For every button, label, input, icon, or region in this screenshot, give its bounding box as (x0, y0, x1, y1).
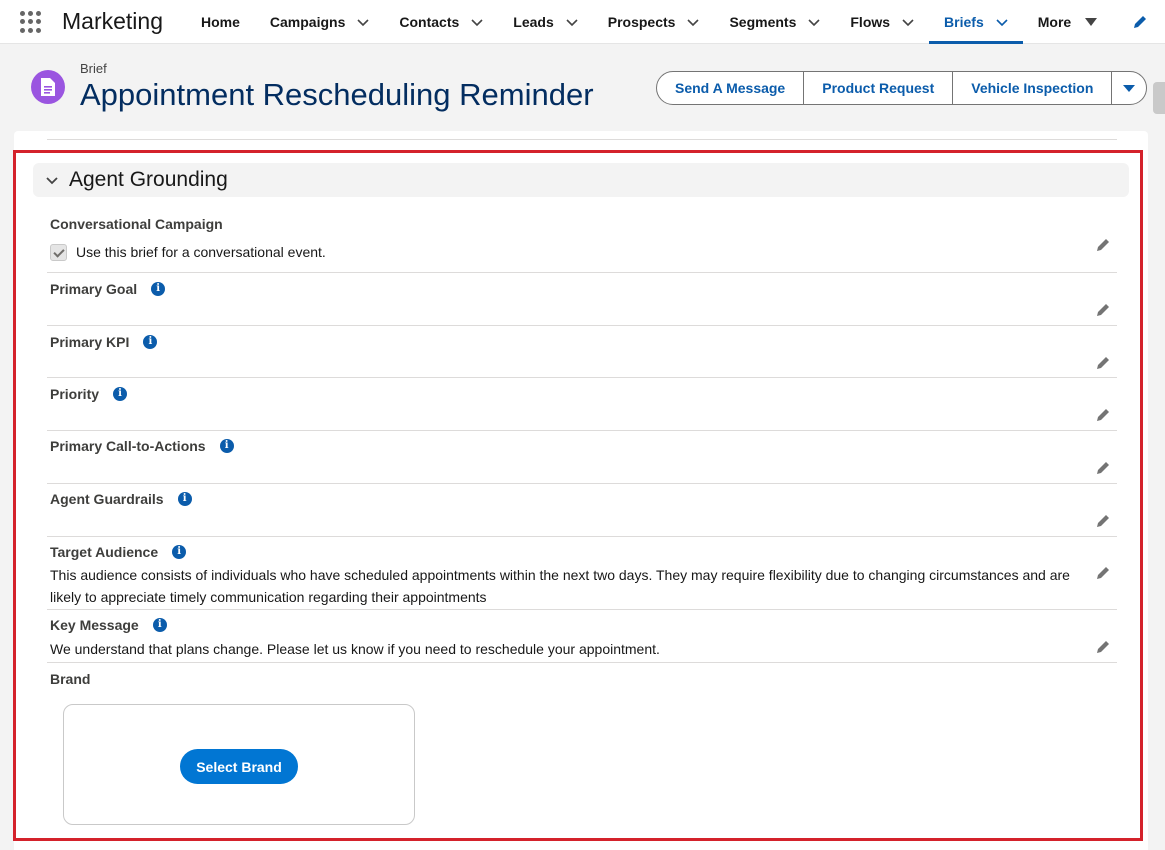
nav-item-segments[interactable]: Segments (714, 0, 835, 44)
pencil-icon[interactable] (1096, 302, 1111, 317)
field-label: Primary Call-to-Actions i (50, 438, 234, 454)
document-icon (31, 70, 65, 104)
info-icon[interactable]: i (143, 335, 158, 349)
field-conversational-campaign: Conversational Campaign Use this brief f… (47, 205, 1117, 273)
field-primary-goal: Primary Goal i (47, 273, 1117, 326)
nav-item-label: Segments (729, 14, 797, 30)
nav-item-label: Home (201, 14, 240, 30)
nav-item-leads[interactable]: Leads (498, 0, 592, 44)
pencil-icon[interactable] (1096, 513, 1111, 528)
page-title: Appointment Rescheduling Reminder (80, 77, 594, 112)
nav-item-campaigns[interactable]: Campaigns (255, 0, 384, 44)
record-object-label: Brief (80, 61, 107, 76)
field-label: Key Message i (50, 617, 167, 633)
pencil-icon[interactable] (1096, 237, 1111, 252)
field-priority: Priority i (47, 378, 1117, 431)
nav-item-label: Flows (850, 14, 891, 30)
select-brand-button[interactable]: Select Brand (180, 749, 298, 784)
chevron-down-icon (46, 177, 58, 185)
field-primary-cta: Primary Call-to-Actions i (47, 431, 1117, 484)
field-label: Primary Goal i (50, 281, 166, 297)
chevron-down-icon[interactable] (902, 16, 914, 28)
field-label-text: Primary KPI (50, 334, 130, 350)
field-primary-kpi: Primary KPI i (47, 326, 1117, 378)
info-icon[interactable]: i (219, 439, 234, 453)
field-label-text: Primary Call-to-Actions (50, 438, 206, 454)
top-nav: Marketing Home Campaigns Contacts Leads … (0, 0, 1165, 44)
field-label: Priority i (50, 386, 128, 402)
field-value: Use this brief for a conversational even… (50, 241, 326, 263)
nav-item-more[interactable]: More (1023, 0, 1112, 44)
field-value: We understand that plans change. Please … (50, 641, 660, 657)
info-icon[interactable]: i (172, 545, 187, 559)
nav-item-label: Contacts (399, 14, 460, 30)
divider (47, 139, 1117, 140)
field-label-text: Target Audience (50, 544, 159, 560)
field-label-text: Key Message (50, 617, 139, 633)
action-button-group: Send A Message Product Request Vehicle I… (656, 71, 1148, 105)
nav-item-flows[interactable]: Flows (835, 0, 929, 44)
field-key-message: Key Message i We understand that plans c… (47, 610, 1117, 663)
product-request-button[interactable]: Product Request (804, 72, 954, 104)
pencil-icon[interactable] (1096, 407, 1111, 422)
chevron-down-icon[interactable] (996, 16, 1008, 28)
nav-item-label: Campaigns (269, 14, 346, 30)
nav-item-home[interactable]: Home (186, 0, 255, 44)
nav-item-prospects[interactable]: Prospects (593, 0, 715, 44)
app-launcher-icon[interactable] (20, 11, 42, 33)
info-icon[interactable]: i (113, 387, 128, 401)
section-header-agent-grounding[interactable]: Agent Grounding (33, 163, 1129, 197)
side-panel-toggle[interactable] (1153, 82, 1165, 114)
vehicle-inspection-button[interactable]: Vehicle Inspection (953, 72, 1113, 104)
chevron-down-icon[interactable] (471, 16, 483, 28)
send-message-button[interactable]: Send A Message (657, 72, 805, 104)
nav-item-briefs[interactable]: Briefs (929, 0, 1023, 44)
edit-nav-icon[interactable] (1131, 13, 1149, 31)
conversational-checkbox[interactable] (50, 243, 67, 261)
field-label: Conversational Campaign (50, 216, 223, 232)
caret-down-icon (1123, 84, 1136, 92)
field-value: This audience consists of individuals wh… (50, 567, 1070, 605)
field-label: Target Audience i (50, 544, 187, 560)
nav-item-label: Leads (513, 14, 554, 30)
field-label: Agent Guardrails i (50, 491, 192, 507)
chevron-down-icon[interactable] (566, 16, 578, 28)
nav-item-label: Prospects (607, 14, 676, 30)
nav-item-contacts[interactable]: Contacts (384, 0, 498, 44)
field-label-brand: Brand (50, 671, 91, 687)
app-name: Marketing (62, 8, 163, 34)
more-actions-button[interactable] (1112, 72, 1146, 104)
section-title: Agent Grounding (69, 168, 228, 191)
field-label: Primary KPI i (50, 334, 158, 350)
field-agent-guardrails: Agent Guardrails i (47, 484, 1117, 537)
chevron-down-icon[interactable] (687, 16, 700, 28)
nav-items: Home Campaigns Contacts Leads Prospects … (186, 0, 1112, 44)
pencil-icon[interactable] (1096, 460, 1111, 475)
field-label-text: Primary Goal (50, 281, 138, 297)
checkbox-label: Use this brief for a conversational even… (76, 244, 326, 260)
field-target-audience: Target Audience i This audience consists… (47, 537, 1117, 610)
info-icon[interactable]: i (152, 618, 167, 632)
nav-item-label: Briefs (944, 14, 984, 30)
chevron-down-icon[interactable] (808, 16, 820, 28)
caret-down-icon (1085, 18, 1098, 26)
pencil-icon[interactable] (1096, 355, 1111, 370)
pencil-icon[interactable] (1096, 639, 1111, 654)
info-icon[interactable]: i (151, 282, 166, 296)
chevron-down-icon[interactable] (357, 16, 369, 28)
info-icon[interactable]: i (177, 492, 192, 506)
field-label-text: Agent Guardrails (50, 491, 164, 507)
pencil-icon[interactable] (1096, 565, 1111, 580)
field-label-text: Priority (50, 386, 100, 402)
nav-item-label: More (1037, 14, 1072, 30)
